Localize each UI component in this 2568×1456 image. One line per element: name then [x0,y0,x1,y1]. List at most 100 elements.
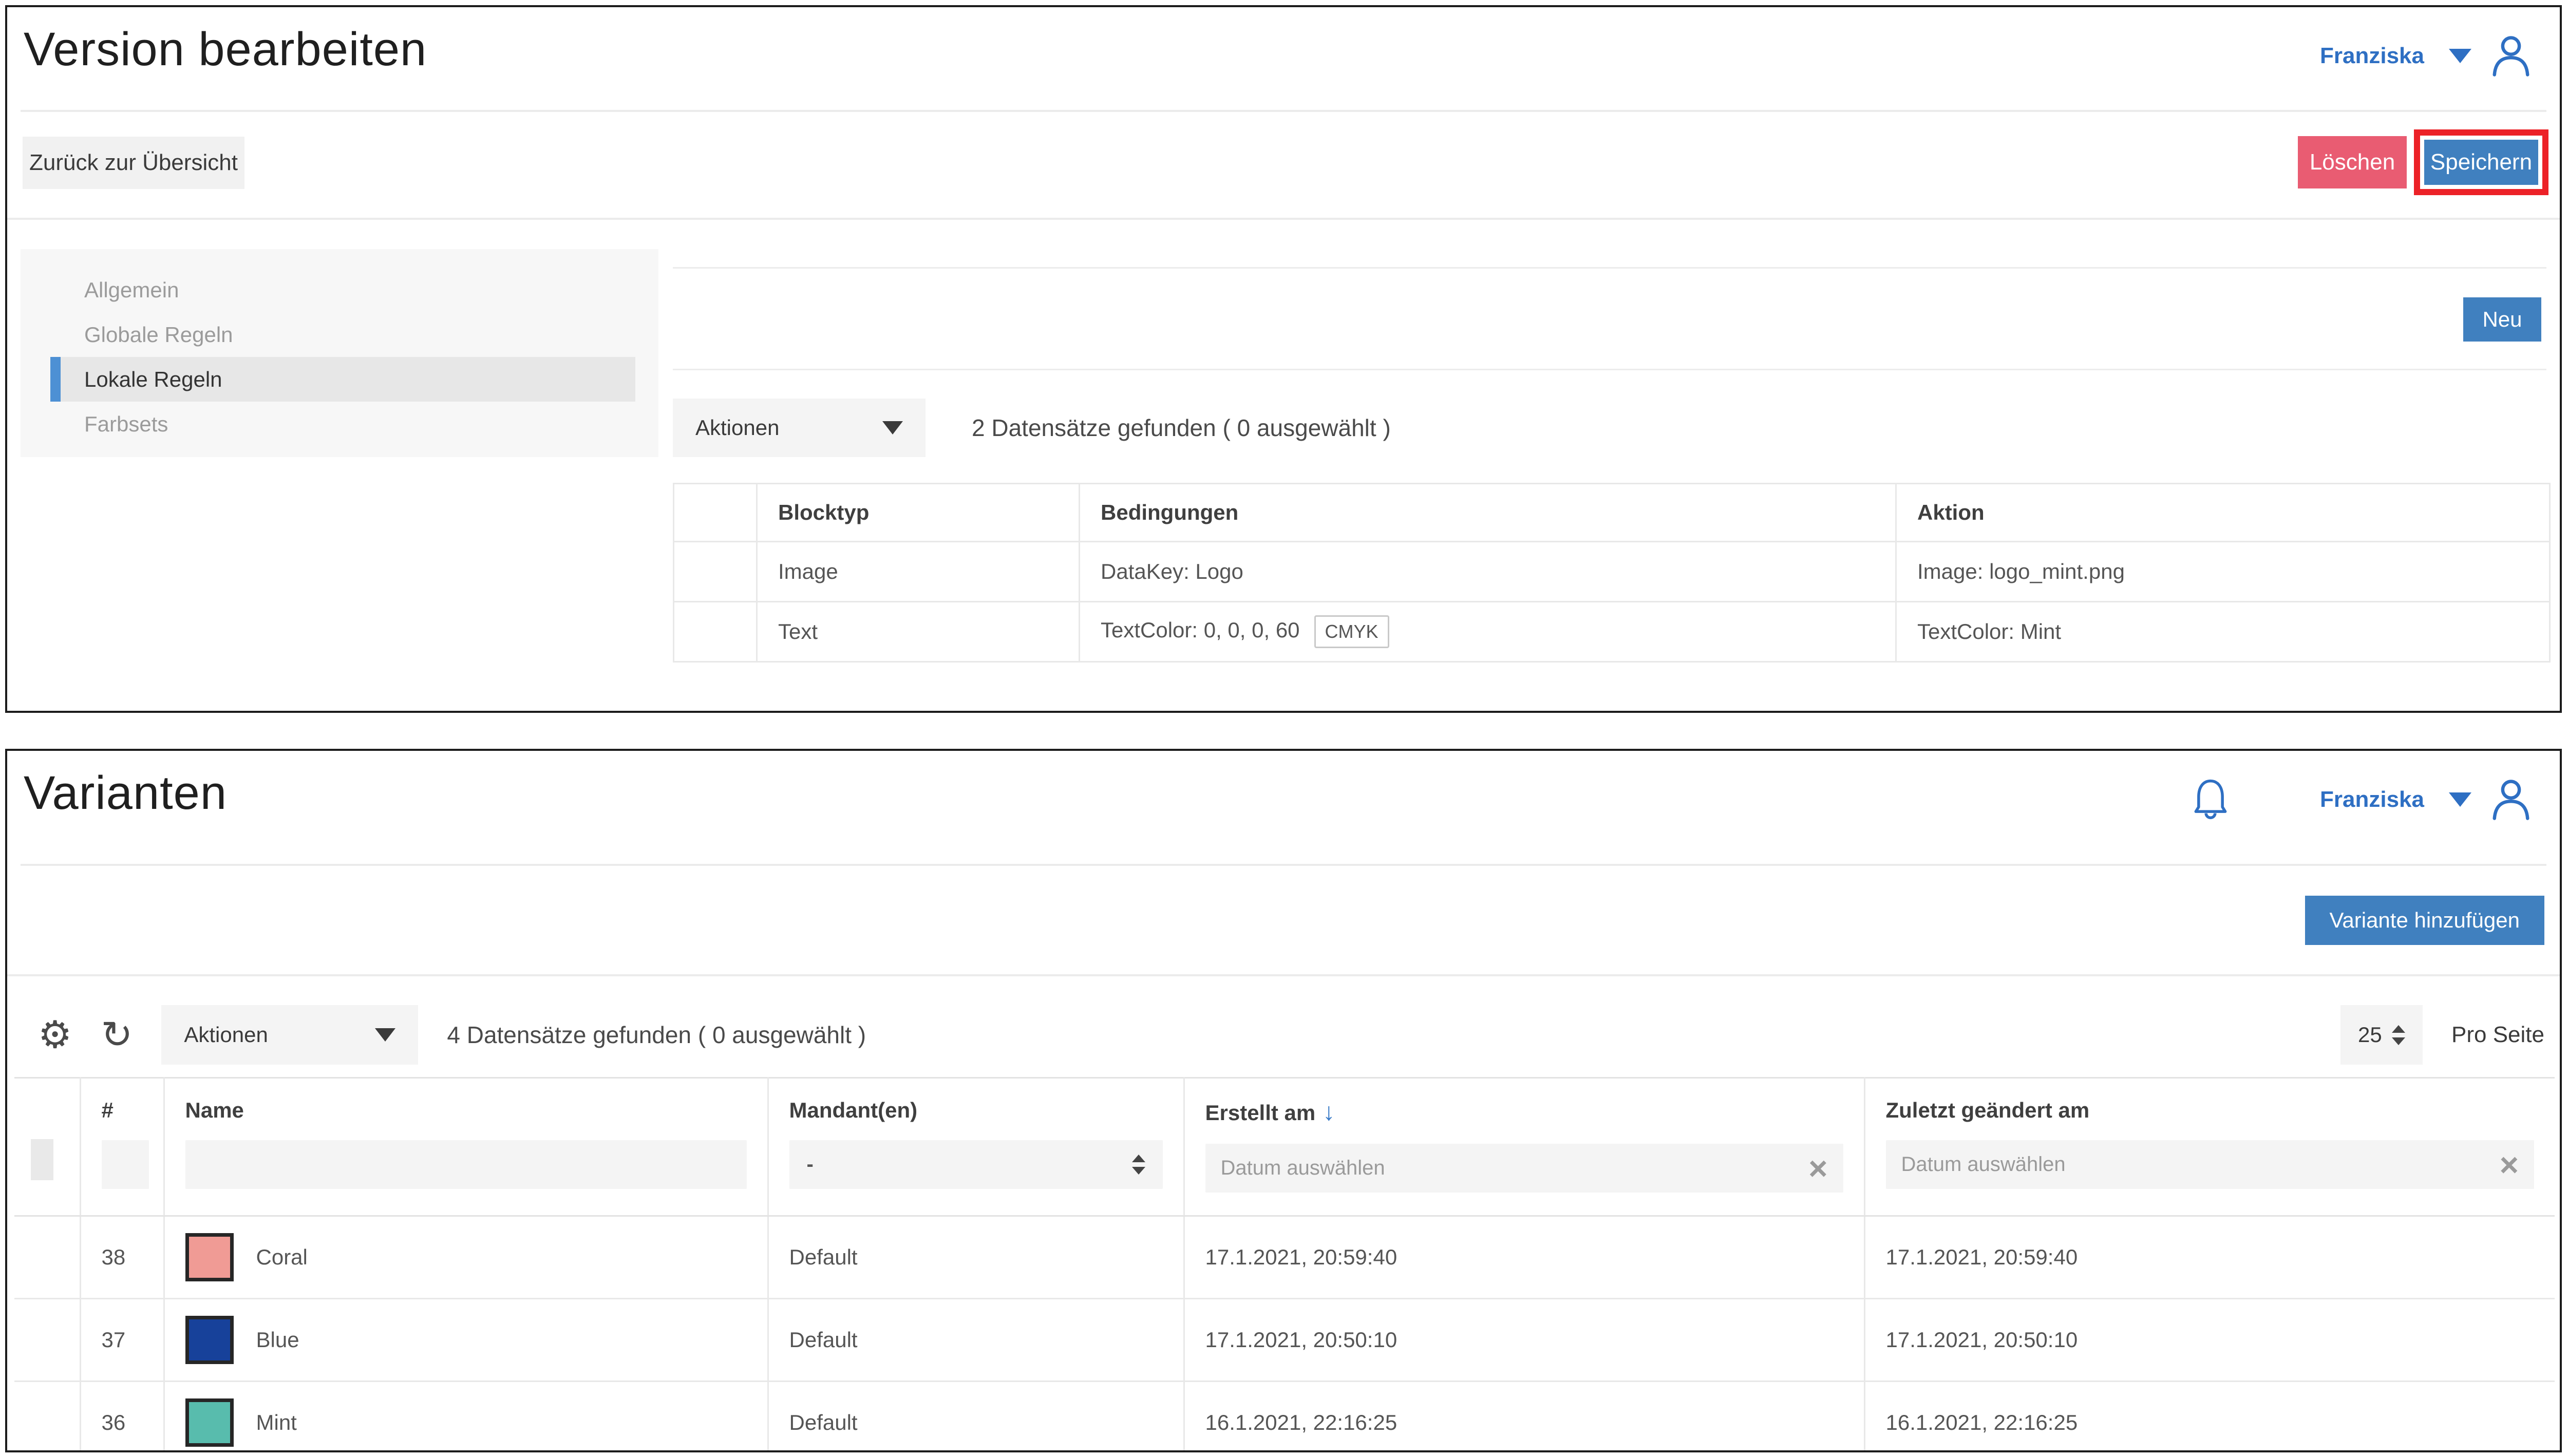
cell-name: Blue [164,1299,768,1382]
new-rule-button[interactable]: Neu [2463,297,2541,342]
table-row[interactable]: Text TextColor: 0, 0, 0, 60CMYK TextColo… [674,602,2550,662]
cell-id: 38 [80,1216,164,1299]
delete-button[interactable]: Löschen [2298,136,2407,188]
table-row[interactable]: 37 Blue Default 17.1.2021, 20:50:10 17.1… [14,1299,2555,1382]
cell-bedingungen: DataKey: Logo [1080,542,1896,602]
actions-dropdown-label: Aktionen [695,415,779,440]
cell-name: Mint [164,1382,768,1453]
content-divider [673,369,2546,370]
toolbar-divider [7,218,2560,220]
table-row[interactable]: Image DataKey: Logo Image: logo_mint.png [674,542,2550,602]
user-icon[interactable] [2489,34,2533,78]
created-date-input[interactable] [1205,1144,1843,1193]
cell-bedingungen: TextColor: 0, 0, 0, 60 CMYK [1080,602,1896,662]
col-label: Mandant(en) [789,1098,1163,1123]
dropdown-caret-icon [375,1028,395,1042]
user-name[interactable]: Franziska [2320,43,2424,69]
col-header-name: Name [164,1078,768,1216]
bedingung-text: DataKey: Logo [1101,559,1243,583]
color-swatch [185,1316,234,1364]
variant-name: Mint [256,1410,297,1435]
gear-icon[interactable]: ⚙ [38,1016,72,1054]
page-size-select[interactable]: 25 [2340,1005,2423,1065]
user-menu[interactable]: Franziska [2191,778,2533,822]
actions-dropdown-label: Aktionen [184,1023,268,1047]
add-variant-button[interactable]: Variante hinzufügen [2305,896,2545,945]
toolbar-divider [7,974,2560,976]
save-button[interactable]: Speichern [2424,140,2538,185]
color-swatch [185,1398,234,1447]
cell-created: 16.1.2021, 22:16:25 [1184,1382,1864,1453]
cell-id: 37 [80,1299,164,1382]
colorspace-badge: CMYK [1314,615,1389,648]
table-row[interactable]: 36 Mint Default 16.1.2021, 22:16:25 16.1… [14,1382,2555,1453]
bell-icon[interactable] [2191,778,2231,822]
cell-mandant: Default [768,1299,1184,1382]
table-header-row: # Name Mandant(en) - Erstellt am ↓ [14,1078,2555,1216]
sidebar-item-lokale-regeln[interactable]: Lokale Regeln [50,357,635,402]
edit-version-panel: Version bearbeiten Franziska Zurück zur … [5,5,2562,713]
save-button-highlight: Speichern [2414,129,2548,195]
variant-name: Coral [256,1245,308,1270]
table-row[interactable]: 38 Coral Default 17.1.2021, 20:59:40 17.… [14,1216,2555,1299]
col-header-created: Erstellt am ↓ × [1184,1078,1864,1216]
modified-date-filter: × [1886,1140,2535,1189]
mandant-filter-value: - [807,1153,814,1176]
mandant-filter-select[interactable]: - [789,1140,1163,1189]
number-filter-input[interactable] [102,1140,149,1189]
settings-sidebar: Allgemein Globale Regeln Lokale Regeln F… [21,249,658,457]
col-label: Name [185,1098,747,1123]
cell-aktion: TextColor: Mint [1896,602,2550,662]
cell-id: 36 [80,1382,164,1453]
col-header-modified: Zuletzt geändert am × [1864,1078,2555,1216]
stepper-arrows-icon [2392,1025,2405,1045]
page-size-value: 25 [2358,1023,2382,1047]
col-header-aktion: Aktion [1896,484,2550,542]
local-rules-table: Blocktyp Bedingungen Aktion Image DataKe… [673,483,2551,663]
per-page-label: Pro Seite [2451,1022,2544,1048]
sort-desc-icon[interactable]: ↓ [1323,1099,1335,1126]
actions-dropdown[interactable]: Aktionen [673,399,926,457]
result-summary: 2 Datensätze gefunden ( 0 ausgewählt ) [972,414,1391,442]
cell-created: 17.1.2021, 20:50:10 [1184,1299,1864,1382]
sidebar-item-allgemein[interactable]: Allgemein [50,268,635,312]
name-filter-input[interactable] [185,1140,747,1189]
variants-table: # Name Mandant(en) - Erstellt am ↓ [14,1077,2555,1452]
sidebar-item-farbsets[interactable]: Farbsets [50,402,635,446]
refresh-icon[interactable]: ↻ [101,1016,133,1054]
color-swatch [185,1233,234,1281]
clear-icon[interactable]: × [2500,1148,2519,1181]
pagination-controls: 25 Pro Seite [2340,1005,2544,1065]
modified-date-input[interactable] [1886,1140,2535,1189]
select-all-checkbox[interactable] [31,1139,53,1180]
sidebar-item-globale-regeln[interactable]: Globale Regeln [50,312,635,357]
user-name[interactable]: Franziska [2320,787,2424,812]
chevron-down-icon[interactable] [2449,49,2471,63]
cell-name: Coral [164,1216,768,1299]
col-label[interactable]: Erstellt am [1205,1101,1316,1125]
col-header-bedingungen: Bedingungen [1080,484,1896,542]
actions-dropdown[interactable]: Aktionen [161,1005,418,1065]
chevron-down-icon[interactable] [2449,792,2471,807]
col-label: Zuletzt geändert am [1886,1098,2535,1123]
col-header-mandant: Mandant(en) - [768,1078,1184,1216]
header-divider [21,110,2546,112]
col-header-blocktyp: Blocktyp [757,484,1080,542]
bedingung-text: TextColor: 0, 0, 0, 60 [1101,618,1300,642]
cell-aktion: Image: logo_mint.png [1896,542,2550,602]
variants-toolbar: ⚙ ↻ Aktionen 4 Datensätze gefunden ( 0 a… [38,1005,2544,1065]
save-delete-button-row: Löschen Speichern [2298,129,2548,195]
clear-icon[interactable]: × [1808,1152,1827,1185]
col-label: # [102,1098,143,1123]
cell-blocktyp: Image [757,542,1080,602]
col-header-number: # [80,1078,164,1216]
result-summary: 4 Datensätze gefunden ( 0 ausgewählt ) [447,1021,866,1049]
cell-mandant: Default [768,1382,1184,1453]
user-menu[interactable]: Franziska [2320,34,2533,78]
variant-name: Blue [256,1328,299,1352]
page-title: Varianten [24,766,227,820]
back-to-overview-button[interactable]: Zurück zur Übersicht [23,137,244,189]
stepper-arrows-icon [1132,1155,1145,1175]
content-top-divider [673,267,2546,269]
user-icon[interactable] [2489,778,2533,822]
